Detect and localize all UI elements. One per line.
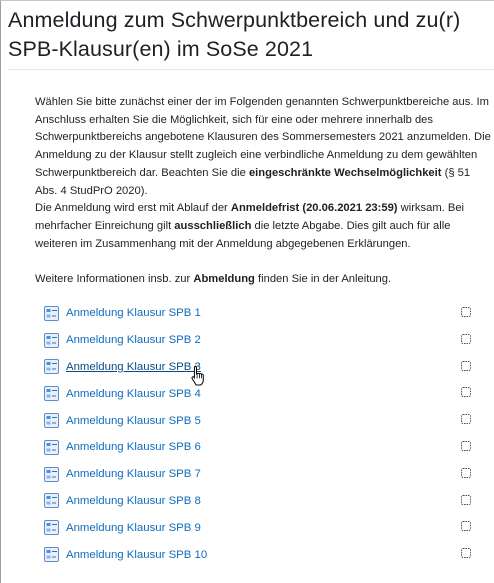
completion-checkbox-icon[interactable] [461, 387, 471, 398]
completion-checkbox-icon[interactable] [461, 441, 471, 451]
intro-text: Die Anmeldung wird erst mit Ablauf der [35, 202, 231, 215]
intro-paragraph-3: Weitere Informationen insb. zur Abmeldun… [35, 271, 493, 289]
intro-bold-text: ausschließlich [174, 219, 252, 232]
activity-link[interactable]: Anmeldung Klausur SPB 1 [66, 307, 201, 319]
activity-link[interactable]: Anmeldung Klausur SPB 6 [66, 441, 201, 453]
intro-bold-text: Abmeldung [193, 273, 255, 286]
activity-item: Anmeldung Klausur SPB 4 [44, 380, 494, 407]
activity-link[interactable]: Anmeldung Klausur SPB 7 [66, 468, 201, 480]
completion-checkbox-icon[interactable] [461, 360, 471, 371]
intro-text: finden Sie in der Anleitung. [254, 273, 392, 286]
activity-item: Anmeldung Klausur SPB 5 [44, 407, 494, 434]
activity-link[interactable]: Anmeldung Klausur SPB 9 [66, 522, 201, 534]
activity-item: Anmeldung Klausur SPB 3 [44, 354, 494, 381]
choice-activity-icon [44, 547, 59, 563]
choice-activity-icon [44, 332, 59, 348]
activity-link[interactable]: Anmeldung Klausur SPB 8 [66, 495, 201, 507]
completion-checkbox-icon[interactable] [461, 414, 471, 425]
completion-checkbox-icon[interactable] [461, 548, 471, 559]
activity-link[interactable]: Anmeldung Klausur SPB 2 [66, 334, 201, 346]
activity-link[interactable]: Anmeldung Klausur SPB 5 [66, 415, 201, 427]
choice-activity-icon [44, 413, 59, 429]
activity-item: Anmeldung Klausur SPB 10 [44, 541, 494, 568]
activity-item: Anmeldung Klausur SPB 9 [44, 514, 494, 541]
activity-list: Anmeldung Klausur SPB 1 Anmeldung Klausur… [44, 300, 494, 568]
activity-item: Anmeldung Klausur SPB 7 [44, 461, 494, 488]
completion-checkbox-icon[interactable] [461, 521, 471, 532]
completion-checkbox-icon[interactable] [461, 333, 471, 344]
intro-bold-text: eingeschränkte Wechselmöglichkeit [248, 166, 442, 179]
activity-link[interactable]: Anmeldung Klausur SPB 4 [66, 388, 201, 400]
deadline-text: Anmeldefrist (20.06.2021 23:59) [230, 202, 398, 215]
choice-activity-icon [44, 439, 59, 455]
intro-text: Weitere Informationen insb. zur [35, 273, 194, 286]
section-summary: Wählen Sie bitte zunächst einer der im F… [35, 94, 493, 289]
choice-activity-icon [44, 359, 59, 375]
choice-activity-icon [44, 466, 59, 482]
choice-activity-icon [44, 520, 59, 536]
activity-link[interactable]: Anmeldung Klausur SPB 10 [66, 549, 207, 561]
completion-checkbox-icon[interactable] [461, 467, 471, 478]
choice-activity-icon [44, 305, 59, 321]
activity-link[interactable]: Anmeldung Klausur SPB 3 [66, 361, 201, 373]
activity-item: Anmeldung Klausur SPB 1 [44, 300, 494, 327]
intro-paragraph-2: Die Anmeldung wird erst mit Ablauf der A… [35, 200, 493, 253]
hand-cursor-icon [191, 365, 204, 386]
choice-activity-icon [44, 493, 59, 509]
section-title: Anmeldung zum Schwerpunktbereich und zu(… [8, 8, 461, 61]
section-divider [8, 69, 494, 70]
activity-item: Anmeldung Klausur SPB 6 [44, 434, 494, 461]
activity-item: Anmeldung Klausur SPB 2 [44, 327, 494, 354]
activity-item: Anmeldung Klausur SPB 8 [44, 488, 494, 515]
completion-checkbox-icon[interactable] [461, 307, 471, 317]
intro-paragraph-1: Wählen Sie bitte zunächst einer der im F… [35, 94, 493, 200]
choice-activity-icon [44, 386, 59, 402]
completion-checkbox-icon[interactable] [461, 494, 471, 505]
